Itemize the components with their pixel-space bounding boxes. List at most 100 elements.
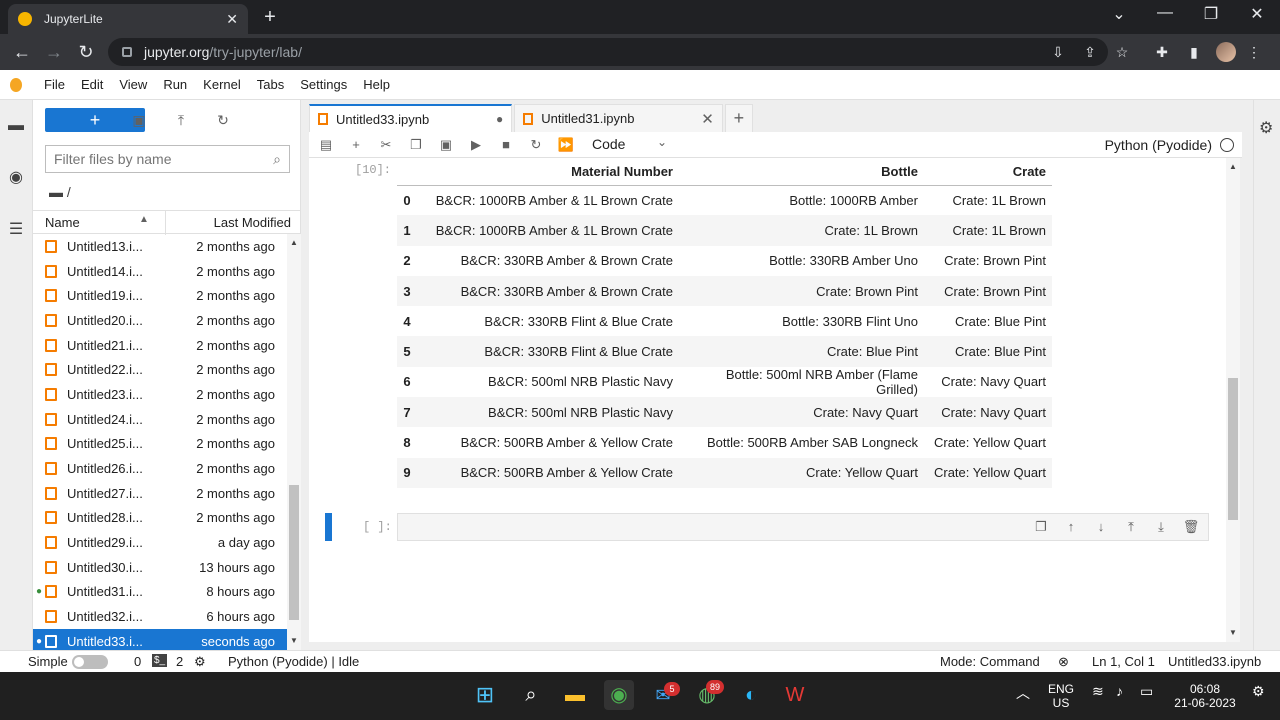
move-down-icon[interactable]: ↓ [1092, 518, 1110, 536]
file-row[interactable]: Untitled22.i... 2 months ago [33, 357, 287, 382]
property-inspector-icon[interactable]: ⚙ [1259, 118, 1280, 138]
file-row[interactable]: Untitled23.i... 2 months ago [33, 382, 287, 407]
close-icon[interactable]: ✕ [701, 110, 714, 128]
install-icon[interactable]: ⇩ [1048, 42, 1068, 62]
file-row[interactable]: Untitled14.i... 2 months ago [33, 259, 287, 284]
filter-files-input[interactable]: Filter files by name ⌕ [45, 145, 290, 173]
add-tab-button[interactable]: + [724, 104, 753, 132]
file-row[interactable]: Untitled26.i... 2 months ago [33, 456, 287, 481]
unsaved-dot-icon[interactable]: ● [496, 112, 503, 126]
scroll-up-icon[interactable]: ▲ [1226, 162, 1240, 171]
code-cell-editor[interactable] [397, 513, 1209, 541]
stop-icon[interactable]: ■ [497, 136, 515, 154]
file-row[interactable]: Untitled20.i... 2 months ago [33, 308, 287, 333]
save-icon[interactable]: ▤ [317, 136, 335, 154]
menu-file[interactable]: File [36, 77, 73, 92]
file-row[interactable]: Untitled24.i... 2 months ago [33, 407, 287, 432]
profile-avatar[interactable] [1216, 42, 1236, 62]
menu-run[interactable]: Run [155, 77, 195, 92]
notifications-icon[interactable]: ⚙ [1252, 683, 1265, 700]
language-indicator[interactable]: ENG US [1048, 682, 1074, 710]
tab-search-icon[interactable]: ⌄ [1104, 4, 1134, 24]
insert-cell-icon[interactable]: + [347, 136, 365, 154]
clock[interactable]: 06:08 21-06-2023 [1170, 682, 1240, 710]
file-row[interactable]: Untitled29.i... a day ago [33, 530, 287, 555]
menu-kernel[interactable]: Kernel [195, 77, 249, 92]
notebook-scroll-thumb[interactable] [1228, 378, 1238, 520]
new-tab-button[interactable]: + [258, 6, 282, 30]
chrome-menu-icon[interactable]: ⋮ [1244, 42, 1264, 62]
menu-view[interactable]: View [111, 77, 155, 92]
file-row[interactable]: Untitled25.i... 2 months ago [33, 432, 287, 457]
upload-icon[interactable]: ⤒ [171, 110, 191, 130]
search-icon[interactable]: ⌕ [516, 680, 546, 710]
file-row[interactable]: Untitled13.i... 2 months ago [33, 234, 287, 259]
new-folder-icon[interactable]: ▣ [129, 110, 149, 130]
chevron-down-icon[interactable]: ⌄ [657, 135, 667, 149]
file-row[interactable]: Untitled28.i... 2 months ago [33, 506, 287, 531]
kernel-status[interactable]: Python (Pyodide) | Idle [228, 654, 359, 669]
restart-run-all-icon[interactable]: ⏩ [557, 136, 575, 154]
terminals-count[interactable]: 0 [134, 654, 141, 669]
doc-tab-untitled33[interactable]: Untitled33.ipynb ● [309, 104, 513, 132]
insert-below-icon[interactable]: ⤓ [1152, 518, 1170, 536]
delete-cell-icon[interactable]: 🗑 [1182, 518, 1200, 536]
running-kernels-icon[interactable]: ◉ [6, 168, 26, 188]
doc-tab-untitled31[interactable]: Untitled31.ipynb ✕ [514, 104, 723, 132]
kernels-count[interactable]: 2 [176, 654, 183, 669]
folder-icon[interactable]: ▬ [6, 116, 26, 136]
extensions-icon[interactable]: ✚ [1152, 42, 1172, 62]
close-tab-icon[interactable]: ✕ [226, 11, 238, 28]
menu-settings[interactable]: Settings [292, 77, 355, 92]
file-row[interactable]: ● Untitled33.i... seconds ago [33, 629, 287, 650]
cell-type-select[interactable]: Code [592, 136, 625, 152]
refresh-icon[interactable]: ↻ [213, 110, 233, 130]
share-icon[interactable]: ⇪ [1080, 42, 1100, 62]
scroll-down-icon[interactable]: ▼ [287, 636, 301, 645]
forward-icon[interactable]: → [42, 40, 66, 64]
table-of-contents-icon[interactable]: ☰ [6, 220, 26, 240]
run-icon[interactable]: ▶ [467, 136, 485, 154]
show-hidden-icons-icon[interactable]: ︿ [1016, 683, 1030, 703]
copy-icon[interactable]: ❐ [407, 136, 425, 154]
wps-office-icon[interactable]: W [780, 680, 810, 710]
side-panel-icon[interactable]: ▮ [1184, 42, 1204, 62]
battery-icon[interactable]: ▭ [1140, 683, 1153, 700]
file-explorer-icon[interactable]: ▬ [560, 680, 590, 710]
scroll-down-icon[interactable]: ▼ [1226, 628, 1240, 637]
file-row[interactable]: Untitled32.i... 6 hours ago [33, 604, 287, 629]
restart-icon[interactable]: ↻ [527, 136, 545, 154]
move-up-icon[interactable]: ↑ [1062, 518, 1080, 536]
menu-tabs[interactable]: Tabs [249, 77, 292, 92]
scroll-up-icon[interactable]: ▲ [287, 238, 301, 247]
cut-icon[interactable]: ✂ [377, 136, 395, 154]
insert-above-icon[interactable]: ⤒ [1122, 518, 1140, 536]
column-modified-header[interactable]: Last Modified [214, 215, 291, 230]
close-window-icon[interactable]: ✕ [1242, 4, 1272, 24]
file-row[interactable]: Untitled27.i... 2 months ago [33, 481, 287, 506]
edge-icon[interactable]: ◐ [736, 680, 766, 710]
breadcrumb-root[interactable]: / [67, 184, 71, 200]
file-row[interactable]: Untitled21.i... 2 months ago [33, 333, 287, 358]
address-bar[interactable]: jupyter.org/try-jupyter/lab/ [108, 38, 1108, 66]
column-name-header[interactable]: Name [45, 215, 80, 230]
file-row[interactable]: ● Untitled31.i... 8 hours ago [33, 580, 287, 605]
duplicate-cell-icon[interactable]: ❐ [1032, 518, 1050, 536]
windows-start-icon[interactable]: ⊞ [470, 680, 500, 710]
minimize-icon[interactable]: — [1150, 4, 1180, 22]
wifi-icon[interactable]: ≋ [1092, 683, 1104, 700]
simple-mode-toggle[interactable] [72, 655, 108, 669]
menu-help[interactable]: Help [355, 77, 398, 92]
menu-edit[interactable]: Edit [73, 77, 111, 92]
cursor-position[interactable]: Ln 1, Col 1 [1092, 654, 1155, 669]
volume-icon[interactable]: ♪ [1116, 683, 1123, 699]
browser-tab[interactable]: JupyterLite ✕ [8, 4, 248, 34]
file-list-scroll-thumb[interactable] [289, 485, 299, 620]
paste-icon[interactable]: ▣ [437, 136, 455, 154]
reload-icon[interactable]: ↻ [74, 40, 98, 64]
restore-icon[interactable]: ❐ [1196, 4, 1226, 24]
file-row[interactable]: Untitled19.i... 2 months ago [33, 283, 287, 308]
breadcrumb[interactable]: ▬ / [49, 184, 71, 200]
back-icon[interactable]: ← [10, 40, 34, 64]
kernel-name[interactable]: Python (Pyodide) [1105, 137, 1212, 153]
